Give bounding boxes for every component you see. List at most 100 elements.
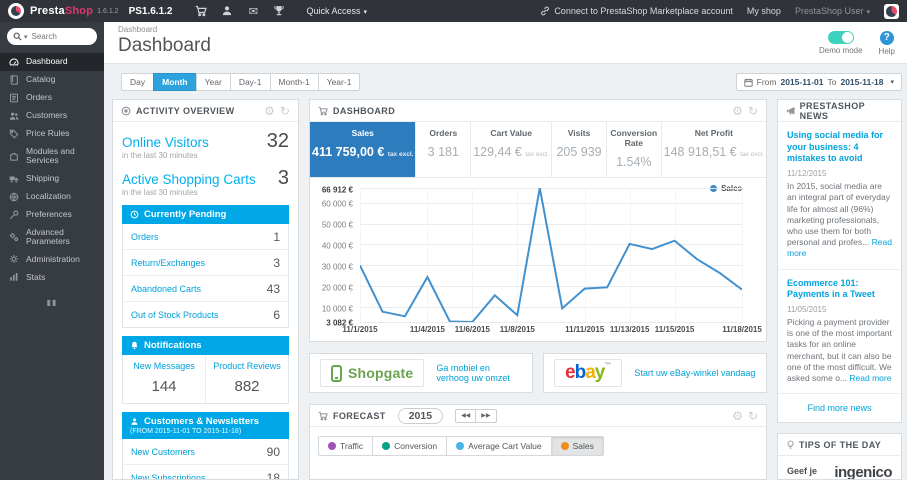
sidebar-item-catalog[interactable]: Catalog <box>0 71 104 89</box>
wrench-icon <box>9 210 19 219</box>
sidebar-item-price-rules[interactable]: Price Rules <box>0 125 104 143</box>
forecast-panel: FORECAST 2015 ◀◀ ▶▶ ⚙ ↻ Traffic Conversi… <box>309 404 767 480</box>
help-control[interactable]: ? Help <box>879 31 895 56</box>
sidebar-collapse-button[interactable]: ▮▮ <box>0 298 104 307</box>
users-icon <box>9 112 19 120</box>
cart-icon[interactable] <box>188 5 214 17</box>
previous-year-button[interactable]: ◀◀ <box>455 408 477 423</box>
range-month-button[interactable]: Month <box>153 73 197 91</box>
y-axis-tick: 30 000 € <box>321 262 353 272</box>
date-range-picker[interactable]: From 2015-11-01 To 2015-11-18 ▾ <box>735 73 902 91</box>
avatar[interactable] <box>884 3 899 19</box>
range-button-group: Day Month Year Day-1 Month-1 Year-1 <box>121 73 361 91</box>
kpi-tab-net-profit[interactable]: Net Profit 148 918,51 € tax excl. <box>662 122 766 177</box>
sidebar-item-customers[interactable]: Customers <box>0 107 104 125</box>
range-day-1-button[interactable]: Day-1 <box>229 73 271 91</box>
legend-traffic-button[interactable]: Traffic <box>318 436 374 456</box>
shopgate-banner[interactable]: Shopgate Ga mobiel en verhoog uw omzet <box>309 353 533 393</box>
next-year-button[interactable]: ▶▶ <box>475 408 497 423</box>
kpi-tab-conversion-rate[interactable]: Conversion Rate 1.54% <box>607 122 662 177</box>
refresh-icon[interactable]: ↻ <box>748 410 758 422</box>
currently-pending-section: Currently Pending Orders 1 Return/Exchang… <box>122 205 289 328</box>
help-icon[interactable]: ? <box>879 31 894 45</box>
panel-title: DASHBOARD <box>333 105 396 116</box>
sidebar-item-localization[interactable]: Localization <box>0 188 104 206</box>
article-excerpt: Picking a payment provider is one of the… <box>787 316 892 384</box>
search-input[interactable] <box>29 31 88 42</box>
ingenico-logo[interactable]: ingenico Payment services <box>824 465 892 479</box>
sidebar-item-shipping[interactable]: Shipping <box>0 170 104 188</box>
customers-row: New Subscriptions 18 <box>123 465 288 480</box>
quick-access-menu[interactable]: Quick Access ▾ <box>306 6 367 16</box>
read-more-link[interactable]: Read more <box>849 373 891 383</box>
range-month-1-button[interactable]: Month-1 <box>269 73 319 91</box>
sidebar-item-advanced-parameters[interactable]: Advanced Parameters <box>0 224 104 251</box>
sidebar-item-orders[interactable]: Orders <box>0 89 104 107</box>
range-day-button[interactable]: Day <box>121 73 155 91</box>
article-title[interactable]: Using social media for your business: 4 … <box>787 130 892 165</box>
ebay-banner[interactable]: ebay™ Start uw eBay-winkel vandaag <box>543 353 767 393</box>
x-axis-tick: 11/13/2015 <box>609 325 650 334</box>
dashboard-icon <box>9 58 19 66</box>
news-article: Ecommerce 101: Payments in a Tweet 11/05… <box>778 270 901 395</box>
tag-icon <box>9 129 19 139</box>
kpi-tab-cart-value[interactable]: Cart Value 129,44 € tax excl. <box>471 122 553 177</box>
y-axis-tick: 10 000 € <box>321 304 353 314</box>
chevron-down-icon: ▾ <box>890 79 894 86</box>
x-axis-tick: 11/11/2015 <box>565 325 605 334</box>
active-carts-link[interactable]: Active Shopping Carts <box>122 172 256 187</box>
news-article: Using social media for your business: 4 … <box>778 122 901 270</box>
ebay-link[interactable]: Start uw eBay-winkel vandaag <box>634 368 755 378</box>
online-visitors-subtitle: in the last 30 minutes <box>122 151 198 160</box>
gear-icon[interactable]: ⚙ <box>264 105 275 117</box>
sidebar-item-preferences[interactable]: Preferences <box>0 206 104 224</box>
online-visitors-link[interactable]: Online Visitors <box>122 135 209 150</box>
list-icon <box>9 93 18 103</box>
search-icon <box>13 32 22 41</box>
y-axis-tick: 50 000 € <box>321 220 353 230</box>
refresh-icon[interactable]: ↻ <box>748 105 758 117</box>
x-axis-tick: 11/4/2015 <box>409 325 445 334</box>
user-menu[interactable]: PrestaShop User ▾ <box>795 6 870 16</box>
tips-of-the-day-panel: TIPS OF THE DAY ingenico Payment service… <box>777 433 902 480</box>
gear-icon[interactable]: ⚙ <box>732 410 743 422</box>
panel-title: ACTIVITY OVERVIEW <box>136 105 235 116</box>
sidebar-item-administration[interactable]: Administration <box>0 250 104 268</box>
mail-icon[interactable]: ✉ <box>240 5 266 18</box>
find-more-news-link[interactable]: Find more news <box>778 394 901 422</box>
range-year-button[interactable]: Year <box>195 73 231 91</box>
sidebar-search[interactable]: ▾ <box>7 28 97 45</box>
truck-icon <box>9 176 19 183</box>
sidebar-item-stats[interactable]: Stats <box>0 268 104 286</box>
article-title[interactable]: Ecommerce 101: Payments in a Tweet <box>787 278 892 301</box>
range-year-1-button[interactable]: Year-1 <box>317 73 361 91</box>
page-title: Dashboard <box>118 35 211 56</box>
demo-mode-toggle[interactable] <box>827 31 854 44</box>
legend-average-cart-value-button[interactable]: Average Cart Value <box>446 436 552 456</box>
demo-mode-control[interactable]: Demo mode <box>819 31 863 56</box>
notifications-section: Notifications New Messages 144 Product R… <box>122 336 289 404</box>
gear-icon[interactable]: ⚙ <box>732 105 743 117</box>
kpi-tab-orders[interactable]: Orders 3 181 <box>416 122 472 177</box>
sales-chart-plot: Sales <box>360 184 743 323</box>
legend-conversion-button[interactable]: Conversion <box>372 436 448 456</box>
sales-chart-xaxis: 11/1/2015 11/4/2015 11/6/2015 11/8/2015 11/1… <box>342 325 761 337</box>
shopgate-link[interactable]: Ga mobiel en verhoog uw omzet <box>436 363 522 383</box>
traffic-dot <box>328 442 336 450</box>
legend-sales-button[interactable]: Sales <box>550 436 604 456</box>
article-date: 11/05/2015 <box>787 304 827 314</box>
user-icon[interactable] <box>214 5 240 17</box>
prestashop-news-panel: PRESTASHOP NEWS Using social media for y… <box>777 99 902 424</box>
marketplace-link[interactable]: Connect to PrestaShop Marketplace accoun… <box>540 6 733 16</box>
refresh-icon[interactable]: ↻ <box>280 105 290 117</box>
trophy-icon[interactable] <box>266 5 292 17</box>
x-axis-tick: 11/8/2015 <box>499 325 535 334</box>
kpi-tab-sales[interactable]: Sales 411 759,00 € tax excl. <box>310 122 417 177</box>
active-carts-subtitle: in the last 30 minutes <box>122 188 198 197</box>
sidebar-item-dashboard[interactable]: Dashboard <box>0 53 104 71</box>
sidebar-item-modules[interactable]: Modules and Services <box>0 143 104 170</box>
kpi-tab-visits[interactable]: Visits 205 939 <box>552 122 607 177</box>
brand-name: PrestaShop <box>30 5 94 17</box>
my-shop-link[interactable]: My shop <box>747 6 781 16</box>
x-axis-tick: 11/15/2015 <box>654 325 695 334</box>
